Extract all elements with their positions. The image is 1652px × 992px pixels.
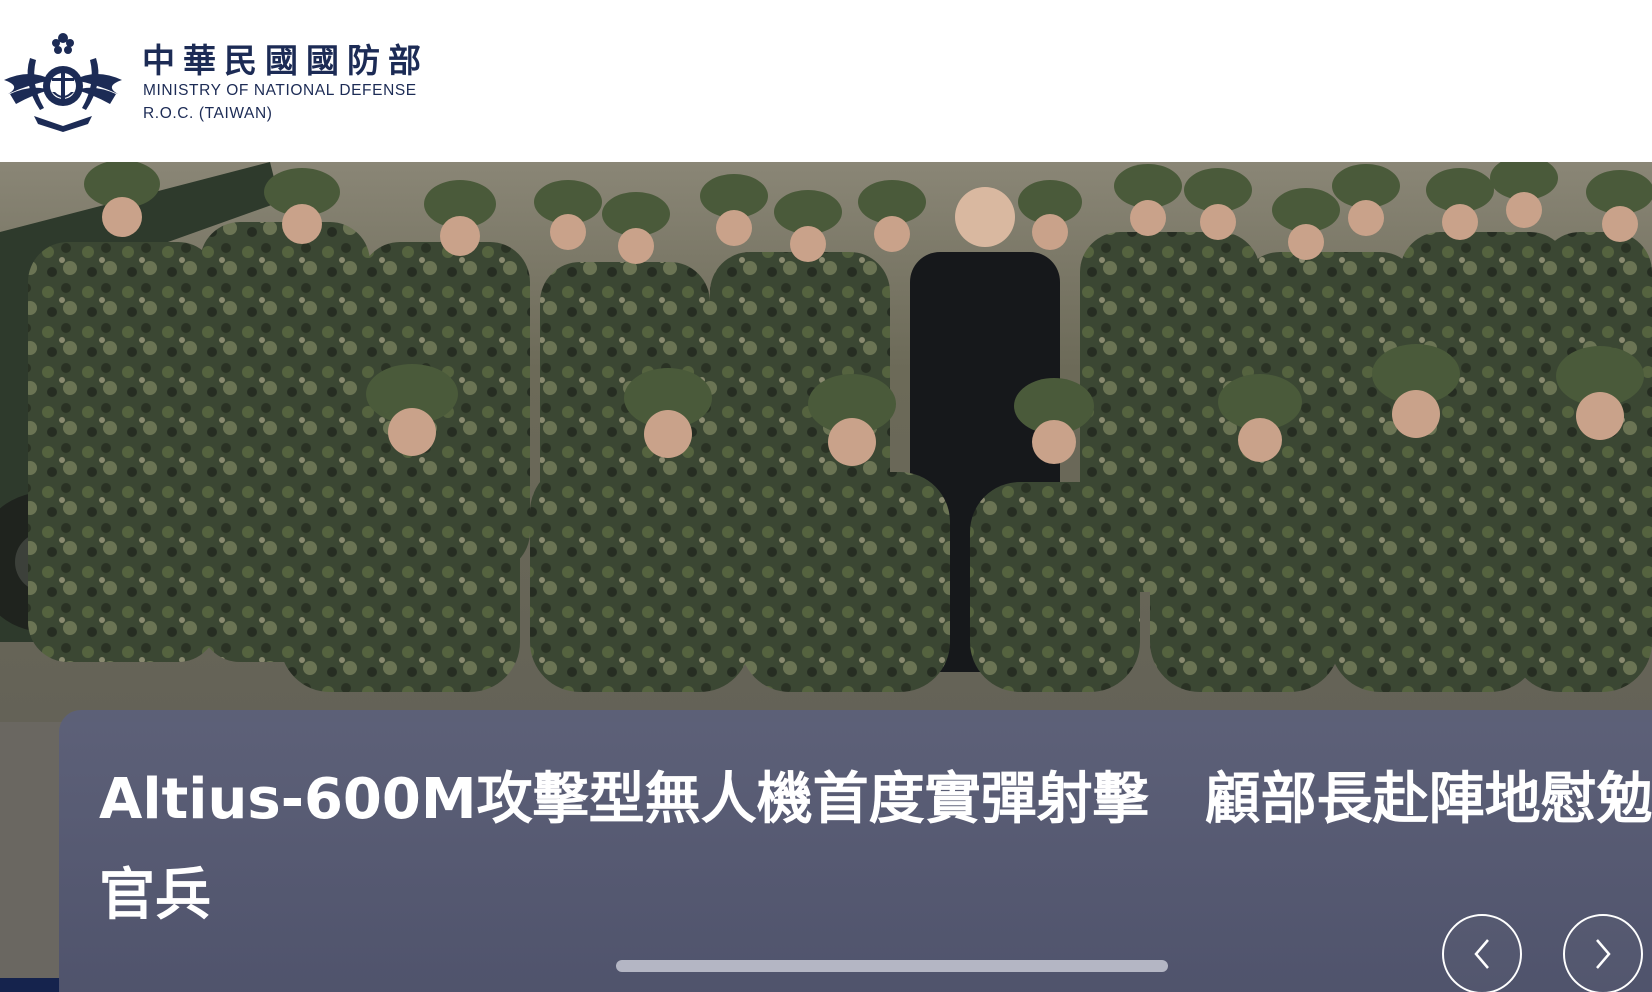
hero-carousel: Altius-600M攻擊型無人機首度實彈射擊 顧部長赴陣地慰勉官兵 [0, 162, 1652, 992]
left-accent-strip [0, 978, 60, 992]
chevron-left-icon [1474, 939, 1489, 969]
mnd-emblem-icon [4, 33, 122, 132]
slide-caption-panel: Altius-600M攻擊型無人機首度實彈射擊 顧部長赴陣地慰勉官兵 [59, 710, 1652, 992]
carousel-prev-button[interactable] [1442, 914, 1522, 992]
home-logo-link[interactable]: 中華民國國防部 MINISTRY OF NATIONAL DEFENSE R.O… [0, 24, 430, 134]
org-name-en-line2: R.O.C. (TAIWAN) [143, 105, 273, 122]
site-header: 中華民國國防部 MINISTRY OF NATIONAL DEFENSE R.O… [0, 0, 1652, 162]
carousel-next-button[interactable] [1563, 914, 1643, 992]
carousel-scrollbar[interactable] [616, 960, 1168, 972]
chevron-right-icon [1596, 939, 1611, 969]
org-name-zh: 中華民國國防部 [142, 41, 429, 80]
org-name-en-line1: MINISTRY OF NATIONAL DEFENSE [143, 82, 417, 99]
slide-title[interactable]: Altius-600M攻擊型無人機首度實彈射擊 顧部長赴陣地慰勉官兵 [99, 752, 1652, 944]
